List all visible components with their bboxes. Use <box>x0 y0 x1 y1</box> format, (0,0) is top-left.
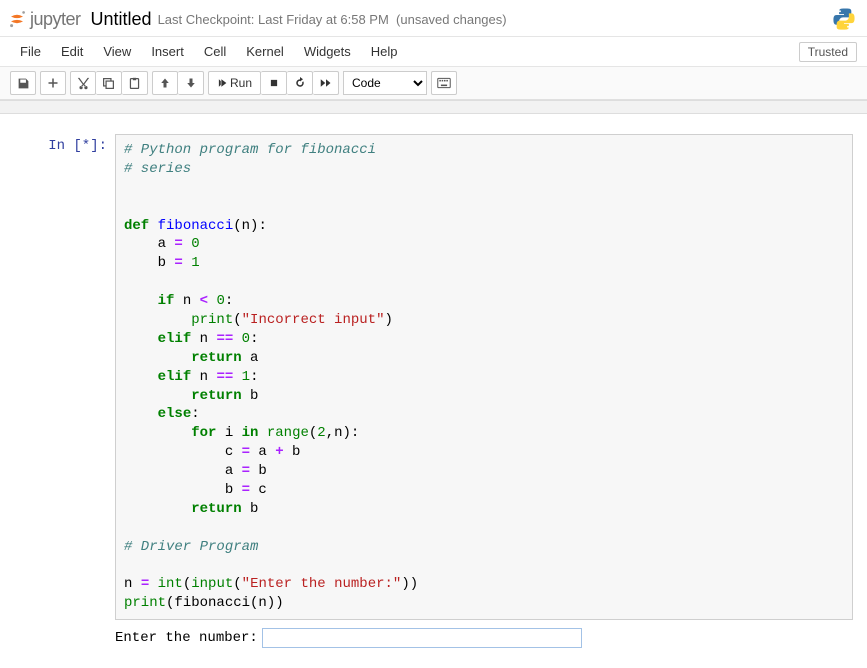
cut-button[interactable] <box>70 71 96 95</box>
arrow-up-icon <box>159 77 171 89</box>
run-button[interactable]: Run <box>208 71 261 95</box>
plus-icon <box>47 77 59 89</box>
menu-view[interactable]: View <box>93 40 141 63</box>
notebook-title[interactable]: Untitled <box>91 9 152 30</box>
fast-forward-icon <box>320 78 332 88</box>
menu-kernel[interactable]: Kernel <box>236 40 294 63</box>
menu-widgets[interactable]: Widgets <box>294 40 361 63</box>
notebook-header: jupyter Untitled Last Checkpoint: Last F… <box>0 0 867 37</box>
move-up-button[interactable] <box>152 71 178 95</box>
stdin-prompt-text: Enter the number: <box>115 630 258 646</box>
checkpoint-text: Last Checkpoint: Last Friday at 6:58 PM … <box>158 12 507 27</box>
menu-help[interactable]: Help <box>361 40 408 63</box>
save-icon <box>17 77 30 90</box>
restart-button[interactable] <box>287 71 313 95</box>
scissors-icon <box>77 77 90 90</box>
arrow-down-icon <box>185 77 197 89</box>
paste-button[interactable] <box>122 71 148 95</box>
notebook-container: In [*]: # Python program for fibonacci #… <box>0 114 867 668</box>
code-cell[interactable]: In [*]: # Python program for fibonacci #… <box>0 132 867 622</box>
toolbar: Run Code <box>0 67 867 100</box>
menu-edit[interactable]: Edit <box>51 40 93 63</box>
restart-icon <box>294 77 306 89</box>
save-button[interactable] <box>10 71 36 95</box>
run-icon <box>217 78 227 88</box>
jupyter-logo[interactable]: jupyter <box>8 9 81 30</box>
menu-file[interactable]: File <box>10 40 51 63</box>
insert-cell-button[interactable] <box>40 71 66 95</box>
menu-cell[interactable]: Cell <box>194 40 236 63</box>
interrupt-button[interactable] <box>261 71 287 95</box>
output-area: Enter the number: <box>0 622 867 648</box>
move-down-button[interactable] <box>178 71 204 95</box>
copy-button[interactable] <box>96 71 122 95</box>
python-kernel-icon <box>831 6 857 32</box>
command-palette-button[interactable] <box>431 71 457 95</box>
trusted-indicator[interactable]: Trusted <box>799 42 857 62</box>
input-prompt: In [*]: <box>10 134 115 620</box>
paste-icon <box>128 77 141 90</box>
stdin-input[interactable] <box>262 628 582 648</box>
menubar: File Edit View Insert Cell Kernel Widget… <box>0 37 867 67</box>
celltype-select[interactable]: Code <box>343 71 427 95</box>
keyboard-icon <box>437 77 451 89</box>
menu-insert[interactable]: Insert <box>141 40 194 63</box>
stop-icon <box>269 78 279 88</box>
restart-run-all-button[interactable] <box>313 71 339 95</box>
copy-icon <box>102 77 115 90</box>
jupyter-logo-text: jupyter <box>30 9 81 30</box>
jupyter-logo-icon <box>8 10 26 28</box>
code-input-area[interactable]: # Python program for fibonacci # series … <box>115 134 853 620</box>
